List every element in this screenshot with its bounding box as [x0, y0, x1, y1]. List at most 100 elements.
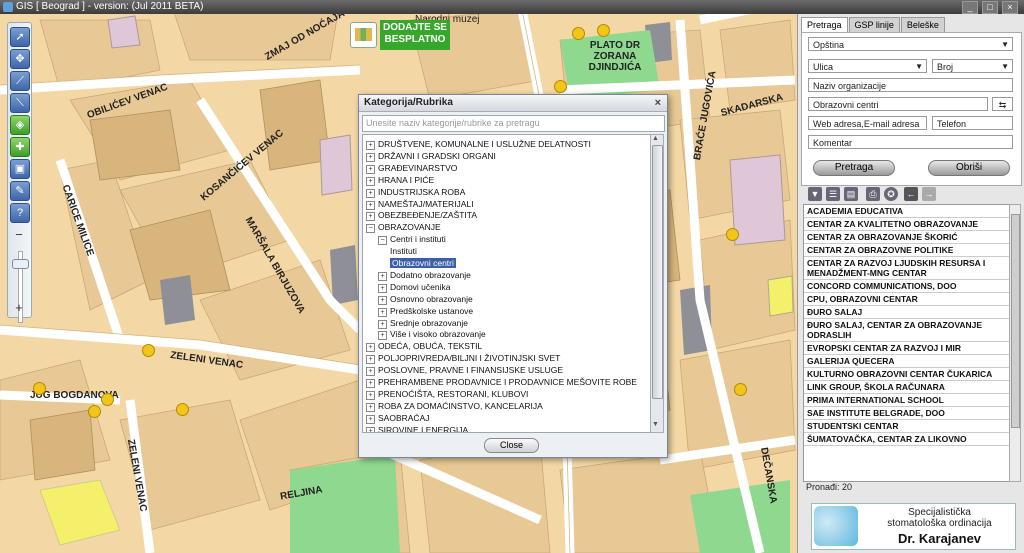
expand-icon[interactable]: + — [366, 141, 375, 150]
tree-item[interactable]: + NAMEŠTAJ/MATERIJALI — [366, 198, 474, 210]
bus-stop-icon[interactable] — [88, 405, 101, 418]
tree-item[interactable]: Instituti — [390, 245, 417, 257]
tree-item[interactable]: + PRENOĆIŠTA, RESTORANI, KLUBOVI — [366, 388, 528, 400]
web-email-field[interactable]: Web adresa,E-mail adresa — [808, 116, 927, 130]
expand-icon[interactable]: + — [366, 390, 375, 400]
result-item[interactable]: CENTAR ZA RAZVOJ LJUDSKIH RESURSA I MENA… — [804, 257, 1010, 280]
tree-item[interactable]: + PREHRAMBENE PRODAVNICE I PRODAVNICE MEŠ… — [366, 376, 637, 388]
tree-scrollbar[interactable]: ▲ ▼ — [650, 134, 664, 433]
print-tool-icon[interactable]: ▣ — [10, 159, 30, 179]
tree-item-selected[interactable]: Obrazovni centri — [390, 257, 456, 269]
expand-icon[interactable]: + — [378, 319, 387, 329]
scroll-up-icon[interactable]: ▲ — [652, 135, 659, 142]
forward-arrow-icon[interactable]: → — [922, 187, 936, 201]
minimize-button[interactable]: _ — [962, 1, 978, 14]
expand-icon[interactable]: + — [378, 283, 387, 293]
expand-icon[interactable]: + — [366, 355, 375, 365]
category-search-input[interactable]: Unesite naziv kategorije/rubrike za pret… — [362, 115, 665, 132]
result-item[interactable]: CENTAR ZA OBRAZOVNE POLITIKE — [804, 244, 1010, 257]
expand-icon[interactable]: + — [366, 212, 375, 222]
organization-name-field[interactable]: Naziv organizacije — [808, 78, 1013, 92]
tab-gsp-linije[interactable]: GSP linije — [848, 17, 900, 32]
scroll-down-icon[interactable]: ▼ — [652, 421, 659, 428]
bus-stop-icon[interactable] — [572, 27, 585, 40]
bus-stop-icon[interactable] — [597, 24, 610, 37]
bus-stop-icon[interactable] — [554, 80, 567, 93]
result-item[interactable]: KULTURNO OBRAZOVNI CENTAR ČUKARICA — [804, 368, 1010, 381]
result-item[interactable]: LINK GROUP, ŠKOLA RAČUNARA — [804, 381, 1010, 394]
expand-icon[interactable]: + — [366, 426, 375, 432]
tab-beleske[interactable]: Beleške — [900, 17, 945, 32]
tree-item[interactable]: + Predškolske ustanove — [378, 305, 473, 317]
list-view-icon[interactable]: ☰ — [826, 187, 840, 201]
tree-item[interactable]: + Domovi učenika — [378, 281, 450, 293]
municipality-select[interactable]: Opština ▼ — [808, 37, 1013, 51]
tree-item[interactable]: + HRANA I PIĆE — [366, 174, 434, 186]
expand-icon[interactable]: + — [366, 164, 375, 174]
result-item[interactable]: ACADEMIA EDUCATIVA — [804, 205, 1010, 218]
expand-icon[interactable]: + — [378, 295, 387, 305]
category-field[interactable]: Obrazovni centri — [808, 97, 988, 111]
add-listing-promo[interactable]: DODAJTE SE BESPLATNO — [350, 20, 450, 50]
result-item[interactable]: SAE INSTITUTE BELGRADE, DOO — [804, 407, 1010, 420]
expand-icon[interactable]: + — [366, 379, 375, 388]
clear-button[interactable]: Obriši — [928, 160, 1010, 176]
expand-icon[interactable]: + — [366, 188, 375, 198]
result-item[interactable]: CENTAR ZA OBRAZOVANJE ŠKORIĆ — [804, 231, 1010, 244]
result-item[interactable]: ĐURO SALAJ — [804, 306, 1010, 319]
result-item[interactable]: PRIMA INTERNATIONAL SCHOOL — [804, 394, 1010, 407]
tree-item[interactable]: + ROBA ZA DOMAĆINSTVO, KANCELARIJA — [366, 400, 543, 412]
dialog-close-icon[interactable]: × — [655, 95, 661, 111]
result-item[interactable]: CPU, OBRAZOVNI CENTAR — [804, 293, 1010, 306]
phone-field[interactable]: Telefon — [932, 116, 1013, 130]
filter-icon[interactable]: ▼ — [808, 187, 822, 201]
tab-pretraga[interactable]: Pretraga — [801, 17, 848, 32]
detail-view-icon[interactable]: ▤ — [844, 187, 858, 201]
area-tool-icon[interactable]: ⟍ — [10, 93, 30, 113]
bus-stop-icon[interactable] — [142, 344, 155, 357]
result-item[interactable]: ĐURO SALAJ, CENTAR ZA OBRAZOVANJE ODRASL… — [804, 319, 1010, 342]
zoom-slider-handle[interactable] — [12, 259, 29, 269]
category-picker-icon[interactable]: ⇆ — [992, 97, 1013, 111]
tree-item[interactable]: + Osnovno obrazovanje — [378, 293, 473, 305]
tree-item[interactable]: + Srednje obrazovanje — [378, 317, 468, 329]
bus-stop-icon[interactable] — [734, 383, 747, 396]
expand-icon[interactable]: + — [366, 343, 375, 353]
result-item[interactable]: CENTAR ZA KVALITETNO OBRAZOVANJE — [804, 218, 1010, 231]
pan-tool-icon[interactable]: ✥ — [10, 49, 30, 69]
collapse-icon[interactable]: − — [366, 224, 375, 234]
expand-icon[interactable]: + — [378, 307, 387, 317]
close-window-button[interactable]: × — [1002, 1, 1018, 14]
tree-item[interactable]: + POSLOVNE, PRAVNE I FINANSIJSKE USLUGE — [366, 364, 563, 377]
result-item[interactable]: CONCORD COMMUNICATIONS, DOO — [804, 280, 1010, 293]
expand-icon[interactable]: + — [366, 402, 375, 412]
expand-icon[interactable]: + — [366, 200, 375, 210]
result-item[interactable]: GALERIJA QUECERA — [804, 355, 1010, 368]
pointer-tool-icon[interactable]: ➚ — [10, 27, 30, 47]
close-button[interactable]: Close — [484, 438, 539, 453]
expand-icon[interactable]: + — [366, 152, 375, 162]
tree-item[interactable]: + DRŽAVNI I GRADSKI ORGANI — [366, 150, 496, 162]
results-scrollbar[interactable] — [1009, 204, 1021, 482]
tree-item[interactable]: + INDUSTRIJSKA ROBA — [366, 186, 465, 198]
bus-stop-icon[interactable] — [726, 228, 739, 241]
tree-item[interactable]: + SAOBRAĆAJ — [366, 412, 430, 424]
tree-scroll-thumb[interactable] — [652, 145, 663, 399]
expand-icon[interactable]: + — [366, 176, 375, 186]
advertisement-banner[interactable]: Specijalistička stomatološka ordinacija … — [811, 503, 1016, 550]
result-item[interactable]: ŠUMATOVAČKA, CENTAR ZA LIKOVNO — [804, 433, 1010, 446]
tree-item[interactable]: − OBRAZOVANJE — [366, 221, 441, 234]
add-listing-button[interactable]: DODAJTE SE BESPLATNO — [380, 20, 450, 50]
zoom-in-icon[interactable]: + — [12, 301, 26, 315]
tree-item[interactable]: + Dodatno obrazovanje — [378, 269, 471, 281]
locate-tool-icon[interactable]: ✚ — [10, 137, 30, 157]
tree-item[interactable]: + Više i visoko obrazovanje — [378, 328, 486, 341]
measure-tool-icon[interactable]: ⟋ — [10, 71, 30, 91]
options-icon[interactable]: ✪ — [884, 187, 898, 201]
result-item[interactable]: STUDENTSKI CENTAR — [804, 420, 1010, 433]
tree-item[interactable]: + GRAĐEVINARSTVO — [366, 162, 457, 174]
tree-item[interactable]: − Centri i instituti — [378, 233, 446, 246]
maximize-button[interactable]: □ — [982, 1, 998, 14]
help-tool-icon[interactable]: ? — [10, 203, 30, 223]
tree-item[interactable]: + SIROVINE I ENERGIJA — [366, 424, 468, 432]
